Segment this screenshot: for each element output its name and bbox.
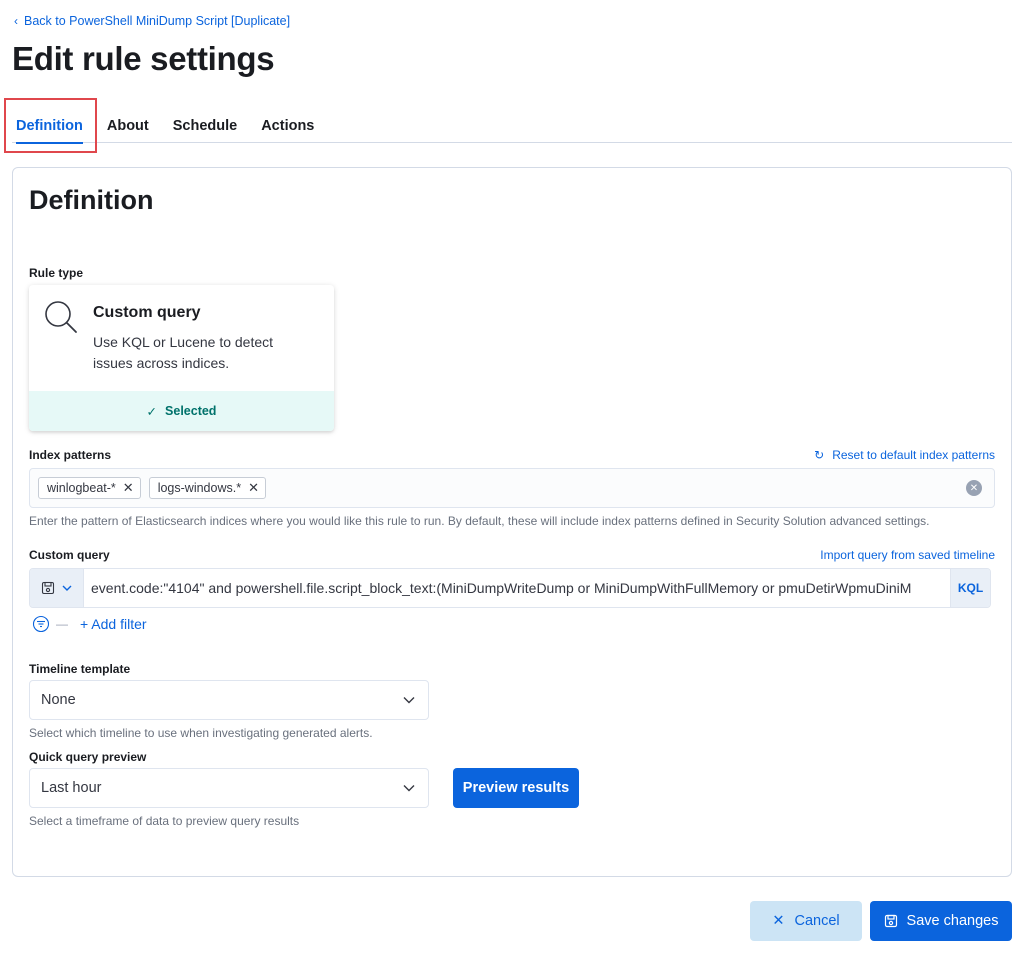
cancel-button[interactable]: ✕ Cancel	[750, 901, 862, 941]
check-icon: ✓	[146, 404, 158, 419]
timeline-template-label: Timeline template	[29, 662, 131, 676]
quick-query-preview-label: Quick query preview	[29, 750, 147, 764]
section-title: Definition	[29, 185, 154, 215]
tab-schedule[interactable]: Schedule	[161, 108, 249, 143]
back-link-label: Back to PowerShell MiniDump Script [Dupl…	[24, 14, 291, 28]
filter-row: — + Add filter	[32, 615, 147, 633]
chip-label: logs-windows.*	[157, 481, 242, 495]
rule-card-selected: ✓ Selected	[29, 391, 334, 431]
chevron-down-icon	[403, 697, 415, 704]
definition-panel: Definition Rule type Custom query Use KQ…	[12, 167, 1012, 877]
magnifier-icon	[45, 301, 77, 333]
filter-icon[interactable]	[32, 615, 50, 633]
query-input[interactable]: event.code:"4104" and powershell.file.sc…	[84, 569, 950, 607]
custom-query-bar: event.code:"4104" and powershell.file.sc…	[29, 568, 991, 608]
reset-index-patterns-label: Reset to default index patterns	[832, 448, 995, 462]
save-changes-button[interactable]: Save changes	[870, 901, 1012, 941]
quick-query-preview-select[interactable]: Last hour	[29, 768, 429, 808]
rule-type-label: Rule type	[29, 266, 84, 280]
remove-chip-icon[interactable]: ✕	[123, 480, 134, 496]
clear-icon[interactable]: ✕	[966, 480, 982, 496]
chevron-down-icon	[403, 785, 415, 792]
rule-card-description: Use KQL or Lucene to detect issues acros…	[93, 334, 274, 371]
save-changes-label: Save changes	[906, 913, 999, 929]
tab-about[interactable]: About	[95, 108, 161, 143]
timeline-template-help: Select which timeline to use when invest…	[29, 726, 373, 740]
index-patterns-combobox[interactable]: winlogbeat-* ✕ logs-windows.* ✕ ✕	[29, 468, 995, 508]
tab-highlight-box	[4, 98, 97, 153]
cancel-label: Cancel	[794, 913, 840, 929]
filter-divider: —	[56, 617, 68, 631]
index-pattern-chip: winlogbeat-* ✕	[38, 477, 141, 499]
close-icon: ✕	[772, 913, 785, 929]
query-language-button[interactable]: KQL	[950, 569, 990, 607]
chevron-left-icon: ‹	[14, 14, 18, 28]
rule-card-title: Custom query	[93, 304, 201, 321]
save-icon	[41, 581, 54, 595]
add-filter-button[interactable]: + Add filter	[80, 616, 147, 632]
chip-label: winlogbeat-*	[47, 481, 116, 495]
custom-query-label: Custom query	[29, 548, 110, 562]
quick-query-preview-value: Last hour	[41, 780, 102, 796]
import-query-link[interactable]: Import query from saved timeline	[820, 548, 995, 562]
index-patterns-help: Enter the pattern of Elasticsearch indic…	[29, 514, 930, 528]
index-pattern-chip: logs-windows.* ✕	[148, 477, 266, 499]
rule-type-card-custom-query[interactable]: Custom query Use KQL or Lucene to detect…	[29, 285, 334, 431]
refresh-icon: ↻	[814, 448, 825, 462]
tab-actions[interactable]: Actions	[249, 108, 326, 143]
chevron-down-icon	[62, 585, 71, 591]
tab-bar: Definition About Schedule Actions	[12, 108, 1012, 144]
page-title: Edit rule settings	[12, 40, 275, 77]
preview-results-button[interactable]: Preview results	[453, 768, 579, 808]
quick-query-preview-help: Select a timeframe of data to preview qu…	[29, 814, 300, 828]
remove-chip-icon[interactable]: ✕	[248, 480, 259, 496]
timeline-template-value: None	[41, 692, 76, 708]
save-icon	[884, 914, 897, 928]
reset-index-patterns-link[interactable]: ↻ Reset to default index patterns	[814, 448, 995, 462]
back-link[interactable]: ‹ Back to PowerShell MiniDump Script [Du…	[14, 14, 290, 28]
selected-label: Selected	[165, 404, 217, 418]
index-patterns-label: Index patterns	[29, 448, 112, 462]
timeline-template-select[interactable]: None	[29, 680, 429, 720]
saved-query-button[interactable]	[30, 569, 84, 607]
